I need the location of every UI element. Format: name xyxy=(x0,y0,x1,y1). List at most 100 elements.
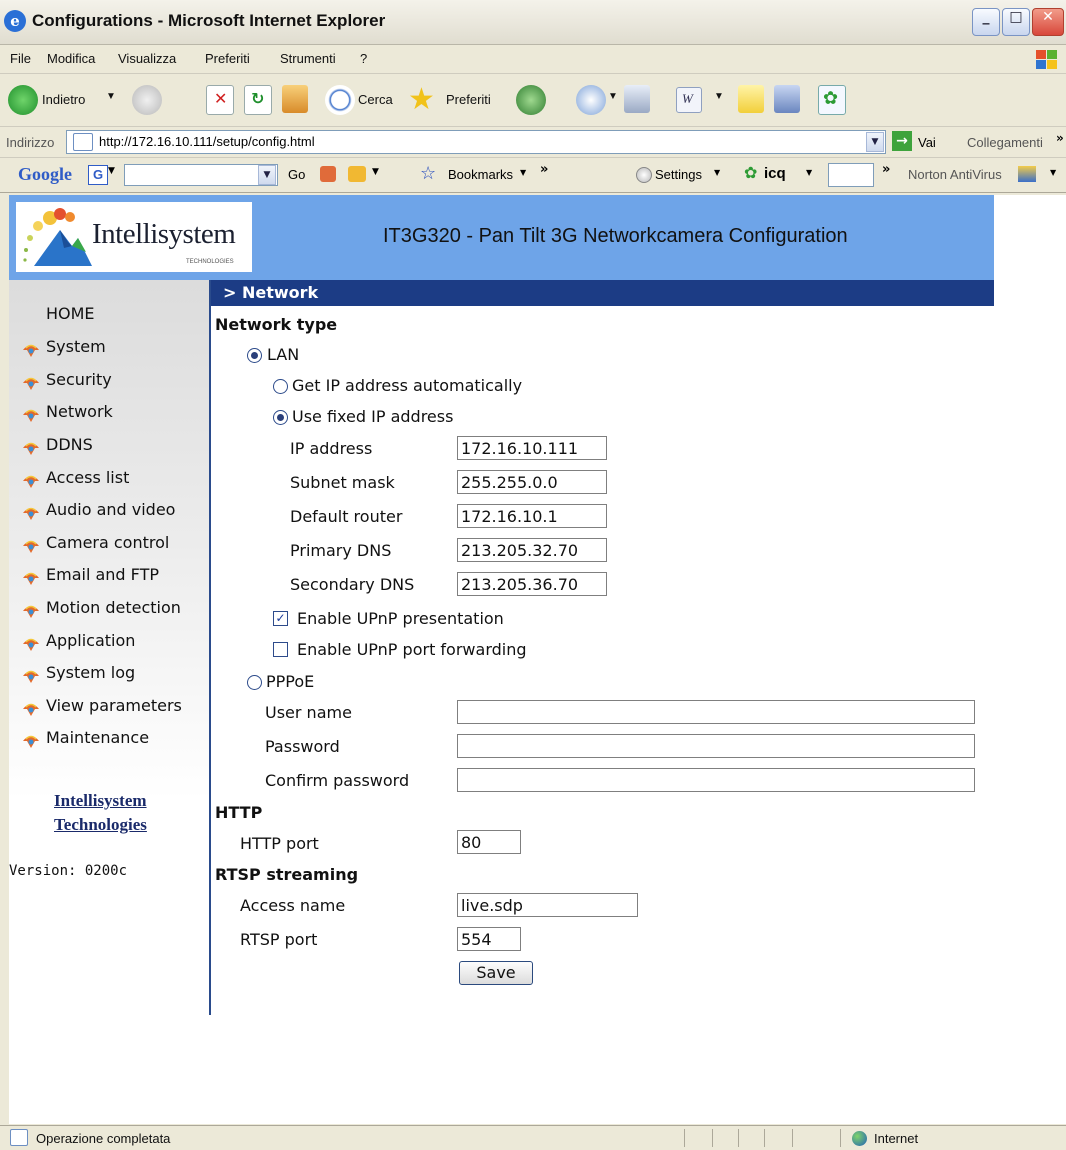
ip-address-input[interactable]: 172.16.10.111 xyxy=(457,436,607,460)
fixed-ip-radio[interactable] xyxy=(273,410,288,425)
settings-button[interactable]: Settings xyxy=(655,167,702,182)
menu-strumenti[interactable]: Strumenti xyxy=(280,51,336,66)
user-name-input[interactable] xyxy=(457,700,975,724)
stop-icon[interactable]: ✕ xyxy=(206,85,234,115)
bookmarks-dropdown-icon[interactable]: ▼ xyxy=(520,168,526,177)
http-port-label: HTTP port xyxy=(240,834,319,853)
minimize-button[interactable]: _ xyxy=(972,8,1000,36)
primary-dns-input[interactable]: 213.205.32.70 xyxy=(457,538,607,562)
page-content: Intellisystem TECHNOLOGIES IT3G320 - Pan… xyxy=(9,195,1066,1124)
address-field[interactable]: http://172.16.10.111/setup/config.html ▼ xyxy=(66,130,886,154)
sidebar-item-access-list[interactable]: Access list xyxy=(13,466,208,492)
icq-input[interactable] xyxy=(828,163,874,187)
rtsp-port-input[interactable]: 554 xyxy=(457,927,521,951)
history-icon[interactable] xyxy=(516,85,546,115)
address-url[interactable]: http://172.16.10.111/setup/config.html xyxy=(99,134,315,149)
icq-dropdown-icon[interactable]: ▼ xyxy=(806,168,812,177)
go-button[interactable]: Vai xyxy=(918,135,936,150)
popup-blocker-icon[interactable] xyxy=(348,166,366,182)
default-router-input[interactable]: 172.16.10.1 xyxy=(457,504,607,528)
links-overflow-icon[interactable]: » xyxy=(1056,131,1064,145)
pppoe-radio[interactable] xyxy=(247,675,262,690)
sidebar-item-icon xyxy=(23,638,39,651)
edit-word-icon[interactable]: W xyxy=(676,87,702,113)
search-button[interactable]: Cerca xyxy=(358,92,393,107)
icq-button[interactable]: icq xyxy=(764,165,786,182)
back-arrow-icon[interactable] xyxy=(8,85,38,115)
pagerank-icon[interactable] xyxy=(320,166,336,182)
network-type-heading: Network type xyxy=(215,315,338,334)
http-port-input[interactable]: 80 xyxy=(457,830,521,854)
sidebar-item-home[interactable]: HOME xyxy=(46,304,95,323)
sidebar-item-view-parameters[interactable]: View parameters xyxy=(13,694,208,720)
notes-icon[interactable] xyxy=(738,85,764,113)
refresh-icon[interactable]: ↻ xyxy=(244,85,272,115)
google-menu-dropdown-icon[interactable]: ▼ xyxy=(108,166,115,176)
address-dropdown-icon[interactable]: ▼ xyxy=(866,132,884,152)
subnet-mask-input[interactable]: 255.255.0.0 xyxy=(457,470,607,494)
icq-icon[interactable]: ✿ xyxy=(744,163,757,182)
sidebar-item-application[interactable]: Application xyxy=(13,629,208,655)
sidebar-item-email-ftp[interactable]: Email and FTP xyxy=(13,563,208,589)
icq-flower-icon[interactable]: ✿ xyxy=(818,85,846,115)
sidebar-item-security[interactable]: Security xyxy=(13,368,208,394)
print-icon[interactable] xyxy=(624,85,650,113)
norton-icon[interactable] xyxy=(1018,166,1036,182)
sidebar-item-camera-control[interactable]: Camera control xyxy=(13,531,208,557)
google-search-dropdown-icon[interactable]: ▼ xyxy=(258,165,276,185)
back-button[interactable]: Indietro xyxy=(42,92,85,107)
back-dropdown-icon[interactable]: ▼ xyxy=(106,91,116,102)
menu-help[interactable]: ? xyxy=(360,51,367,66)
save-button[interactable]: Save xyxy=(459,961,533,985)
lan-radio[interactable] xyxy=(247,348,262,363)
close-button[interactable]: ✕ xyxy=(1032,8,1064,36)
mail-icon[interactable] xyxy=(576,85,606,115)
sidebar-item-ddns[interactable]: DDNS xyxy=(13,433,208,459)
sidebar-item-system-log[interactable]: System log xyxy=(13,661,208,687)
menu-file[interactable]: File xyxy=(10,51,31,66)
edit-dropdown-icon[interactable]: ▼ xyxy=(714,91,724,102)
menu-preferiti[interactable]: Preferiti xyxy=(205,51,250,66)
secondary-dns-input[interactable]: 213.205.36.70 xyxy=(457,572,607,596)
google-go-button[interactable]: Go xyxy=(288,167,305,182)
upnp-presentation-checkbox[interactable]: ✓ xyxy=(273,611,288,626)
settings-dropdown-icon[interactable]: ▼ xyxy=(714,168,720,177)
google-overflow-icon[interactable]: » xyxy=(540,162,548,177)
technologies-link[interactable]: Technologies xyxy=(54,815,147,835)
bookmarks-star-icon[interactable]: ☆ xyxy=(420,163,436,184)
sidebar-item-icon xyxy=(23,703,39,716)
research-icon[interactable] xyxy=(774,85,800,113)
sidebar-item-maintenance[interactable]: Maintenance xyxy=(13,726,208,752)
maximize-button[interactable]: □ xyxy=(1002,8,1030,36)
forward-arrow-icon[interactable] xyxy=(132,85,162,115)
google-g-icon[interactable]: G xyxy=(88,165,108,185)
norton-dropdown-icon[interactable]: ▼ xyxy=(1050,168,1056,177)
sidebar-item-motion-detection[interactable]: Motion detection xyxy=(13,596,208,622)
upnp-forwarding-checkbox[interactable] xyxy=(273,642,288,657)
links-label[interactable]: Collegamenti xyxy=(967,135,1043,150)
sidebar-item-audio-video[interactable]: Audio and video xyxy=(13,498,208,524)
bookmarks-button[interactable]: Bookmarks xyxy=(448,167,513,182)
favorites-star-icon[interactable]: ★ xyxy=(408,82,435,117)
go-arrow-icon[interactable]: → xyxy=(892,131,912,151)
search-icon[interactable] xyxy=(325,85,355,115)
popup-dropdown-icon[interactable]: ▼ xyxy=(372,167,379,177)
auto-ip-radio[interactable] xyxy=(273,379,288,394)
icq-overflow-icon[interactable]: » xyxy=(882,162,890,177)
google-search-input[interactable] xyxy=(124,164,278,186)
menu-modifica[interactable]: Modifica xyxy=(47,51,95,66)
settings-icon[interactable] xyxy=(636,167,652,183)
menu-visualizza[interactable]: Visualizza xyxy=(118,51,176,66)
google-logo[interactable]: Google xyxy=(18,164,72,185)
password-input[interactable] xyxy=(457,734,975,758)
sidebar-item-system[interactable]: System xyxy=(13,335,208,361)
intellisystem-link[interactable]: Intellisystem xyxy=(54,791,147,811)
norton-button[interactable]: Norton AntiVirus xyxy=(908,167,1002,182)
sidebar-item-network[interactable]: Network xyxy=(13,400,208,426)
internet-globe-icon xyxy=(852,1131,867,1146)
mail-dropdown-icon[interactable]: ▼ xyxy=(608,91,618,102)
access-name-input[interactable]: live.sdp xyxy=(457,893,638,917)
home-icon[interactable] xyxy=(282,85,308,113)
confirm-password-input[interactable] xyxy=(457,768,975,792)
favorites-button[interactable]: Preferiti xyxy=(446,92,491,107)
